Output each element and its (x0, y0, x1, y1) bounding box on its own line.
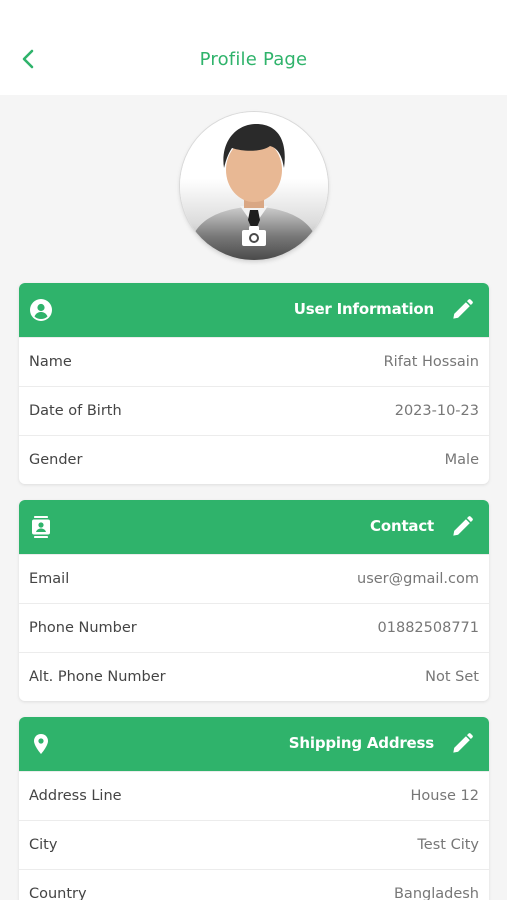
shipping-address-header: Shipping Address (19, 717, 489, 771)
date-of-birth-label: Date of Birth (29, 403, 122, 419)
phone-number-value: 01882508771 (377, 620, 479, 636)
alt-phone-number-label: Alt. Phone Number (29, 669, 166, 685)
account-circle-icon (30, 299, 52, 321)
page-title: Profile Page (199, 49, 308, 70)
user-information-title: User Information (293, 300, 434, 318)
user-info-row: Gender Male (19, 435, 489, 484)
edit-shipping-address-icon[interactable] (449, 731, 475, 757)
user-info-row: Name Rifat Hossain (19, 337, 489, 386)
user-information-card: User Information Name Rifat Hossain Date… (19, 283, 489, 484)
user-info-row: Date of Birth 2023-10-23 (19, 386, 489, 435)
shipping-row: Address Line House 12 (19, 771, 489, 820)
edit-contact-icon[interactable] (449, 514, 475, 540)
contact-row: Alt. Phone Number Not Set (19, 652, 489, 701)
shipping-row: City Test City (19, 820, 489, 869)
phone-number-label: Phone Number (29, 620, 137, 636)
app-bar: Profile Page (0, 0, 507, 95)
address-line-label: Address Line (29, 788, 122, 804)
contact-card-icon (32, 516, 50, 538)
user-information-header: User Information (19, 283, 489, 337)
contact-row: Phone Number 01882508771 (19, 603, 489, 652)
country-label: Country (29, 886, 87, 900)
contact-header: Contact (19, 500, 489, 554)
shipping-address-title: Shipping Address (288, 734, 434, 752)
name-value: Rifat Hossain (383, 354, 479, 370)
city-value: Test City (417, 837, 479, 853)
name-label: Name (29, 354, 72, 370)
edit-user-information-icon[interactable] (449, 297, 475, 323)
address-line-value: House 12 (410, 788, 480, 804)
shipping-address-card: Shipping Address Address Line House 12 C… (19, 717, 489, 900)
date-of-birth-value: 2023-10-23 (394, 403, 479, 419)
contact-row: Email user@gmail.com (19, 554, 489, 603)
city-label: City (29, 837, 58, 853)
email-value: user@gmail.com (357, 571, 479, 587)
shipping-row: Country Bangladesh (19, 869, 489, 900)
alt-phone-number-value: Not Set (425, 669, 479, 685)
camera-icon (242, 226, 266, 246)
gender-value: Male (444, 452, 479, 468)
gender-label: Gender (29, 452, 83, 468)
contact-card: Contact Email user@gmail.com Phone Numbe… (19, 500, 489, 701)
country-value: Bangladesh (393, 886, 479, 900)
contact-title: Contact (370, 517, 434, 535)
email-label: Email (29, 571, 70, 587)
location-pin-icon (34, 734, 48, 754)
change-photo-button[interactable] (240, 224, 268, 248)
